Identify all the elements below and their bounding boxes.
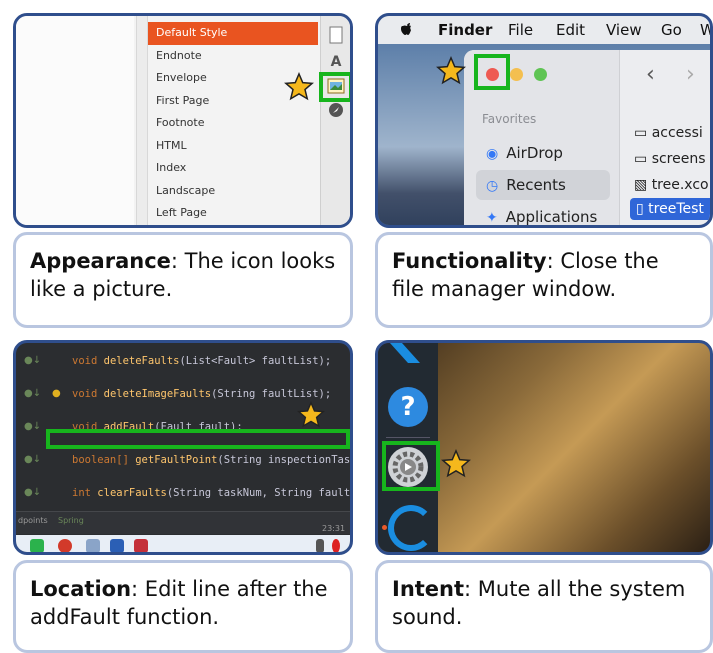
style-item[interactable]: Left Page <box>148 202 318 225</box>
applications-icon: ✦ <box>486 210 498 226</box>
gutter-icon: ●↓ <box>24 421 42 432</box>
panel-functionality-screenshot: Finder File Edit View Go W Favorites ◉Ai… <box>375 13 713 228</box>
apple-icon[interactable] <box>400 21 414 42</box>
menu-view[interactable]: View <box>606 21 642 39</box>
running-indicator <box>382 525 387 530</box>
menu-finder[interactable]: Finder <box>438 21 492 39</box>
caption-appearance: Appearance: The icon looks like a pictur… <box>13 232 353 328</box>
star-icon <box>441 449 471 478</box>
status-spring[interactable]: Spring <box>58 516 84 525</box>
caption-location: Location: Edit line after the addFault f… <box>13 560 353 653</box>
sidebar-item-applications[interactable]: ✦ Applications <box>476 202 610 226</box>
menu-file[interactable]: File <box>508 21 533 39</box>
style-item[interactable]: Landscape <box>148 180 318 203</box>
document-area <box>16 16 134 225</box>
target-highlight <box>46 429 350 449</box>
caption-key: Location <box>30 577 132 601</box>
star-icon <box>436 56 466 85</box>
status-bar: dpoints Spring 23:31 <box>16 511 350 534</box>
code-line[interactable]: void deleteFaults(List<Fault> faultList)… <box>72 355 331 367</box>
style-item[interactable]: Footnote <box>148 112 318 135</box>
tray-icon[interactable] <box>332 539 340 552</box>
favorites-label: Favorites <box>482 112 537 126</box>
splitter[interactable] <box>136 16 148 225</box>
menu-edit[interactable]: Edit <box>556 21 585 39</box>
file-item-selected[interactable]: ▯ treeTest <box>630 198 710 220</box>
style-item[interactable]: HTML <box>148 135 318 158</box>
gutter-icon: ●↓ <box>24 355 42 366</box>
sync-icon[interactable] <box>388 505 434 551</box>
app-icon[interactable] <box>58 539 72 552</box>
status-clock: 23:31 <box>322 524 346 533</box>
dock-divider <box>386 437 430 438</box>
star-icon <box>297 401 325 428</box>
code-line[interactable]: int clearFaults(String taskNum, String f… <box>72 487 350 499</box>
gutter-icon: ●↓ <box>24 454 42 465</box>
target-highlight <box>382 441 440 491</box>
styles-icon[interactable]: A <box>326 52 346 72</box>
bulb-icon[interactable]: ● <box>52 388 61 399</box>
style-item[interactable]: Endnote <box>148 45 318 68</box>
caption-intent: Intent: Mute all the system sound. <box>375 560 713 653</box>
caption-key: Intent <box>392 577 465 601</box>
file-item[interactable]: ▭ screens <box>634 148 710 170</box>
gutter-icon: ●↓ <box>24 388 42 399</box>
gutter-icon: ●↓ <box>24 487 42 498</box>
taskbar <box>16 535 350 552</box>
navigator-icon[interactable] <box>326 102 346 122</box>
app-icon[interactable] <box>30 539 44 552</box>
menu-go[interactable]: Go <box>661 21 682 39</box>
style-item[interactable]: Index <box>148 157 318 180</box>
panel-location-screenshot: ●↓ ●↓ ●↓ ●↓ ●↓ ● void deleteFaults(List<… <box>13 340 353 555</box>
panel-appearance-screenshot: Default Style Endnote Envelope First Pag… <box>13 13 353 228</box>
caption-key: Appearance <box>30 249 171 273</box>
clock-icon: ◷ <box>486 178 499 194</box>
file-item[interactable]: ▭ accessi <box>634 122 710 144</box>
airdrop-icon: ◉ <box>486 146 499 162</box>
status-left[interactable]: dpoints <box>18 516 48 525</box>
app-icon[interactable] <box>86 539 100 552</box>
styles-list: Default Style Endnote Envelope First Pag… <box>148 22 318 225</box>
tray-icon[interactable] <box>316 539 324 552</box>
panel-intent-screenshot: ? <box>375 340 713 555</box>
menu-bar: Finder File Edit View Go W <box>378 16 710 44</box>
sidebar-item-recents[interactable]: ◷ Recents <box>476 170 610 200</box>
caption-functionality: Functionality: Close the file manager wi… <box>375 232 713 328</box>
minimize-button[interactable] <box>510 68 523 81</box>
target-highlight <box>474 54 510 90</box>
menu-w[interactable]: W <box>700 21 710 39</box>
back-icon[interactable]: ‹ <box>646 62 655 87</box>
caption-key: Functionality <box>392 249 547 273</box>
help-icon[interactable]: ? <box>388 387 428 427</box>
sidebar-item-airdrop[interactable]: ◉ AirDrop <box>476 138 610 168</box>
file-item[interactable]: ▧ tree.xco <box>634 174 710 196</box>
style-item[interactable]: Default Style <box>148 22 318 45</box>
code-line[interactable]: boolean[] getFaultPoint(String inspectio… <box>72 454 350 466</box>
code-line[interactable]: void deleteImageFaults(String faultList)… <box>72 388 331 400</box>
word-icon[interactable] <box>110 539 124 552</box>
app-icon[interactable] <box>134 539 148 552</box>
target-highlight <box>319 72 350 102</box>
page-icon[interactable] <box>326 26 346 46</box>
forward-icon[interactable]: › <box>686 62 695 87</box>
star-icon <box>284 72 314 101</box>
zoom-button[interactable] <box>534 68 547 81</box>
